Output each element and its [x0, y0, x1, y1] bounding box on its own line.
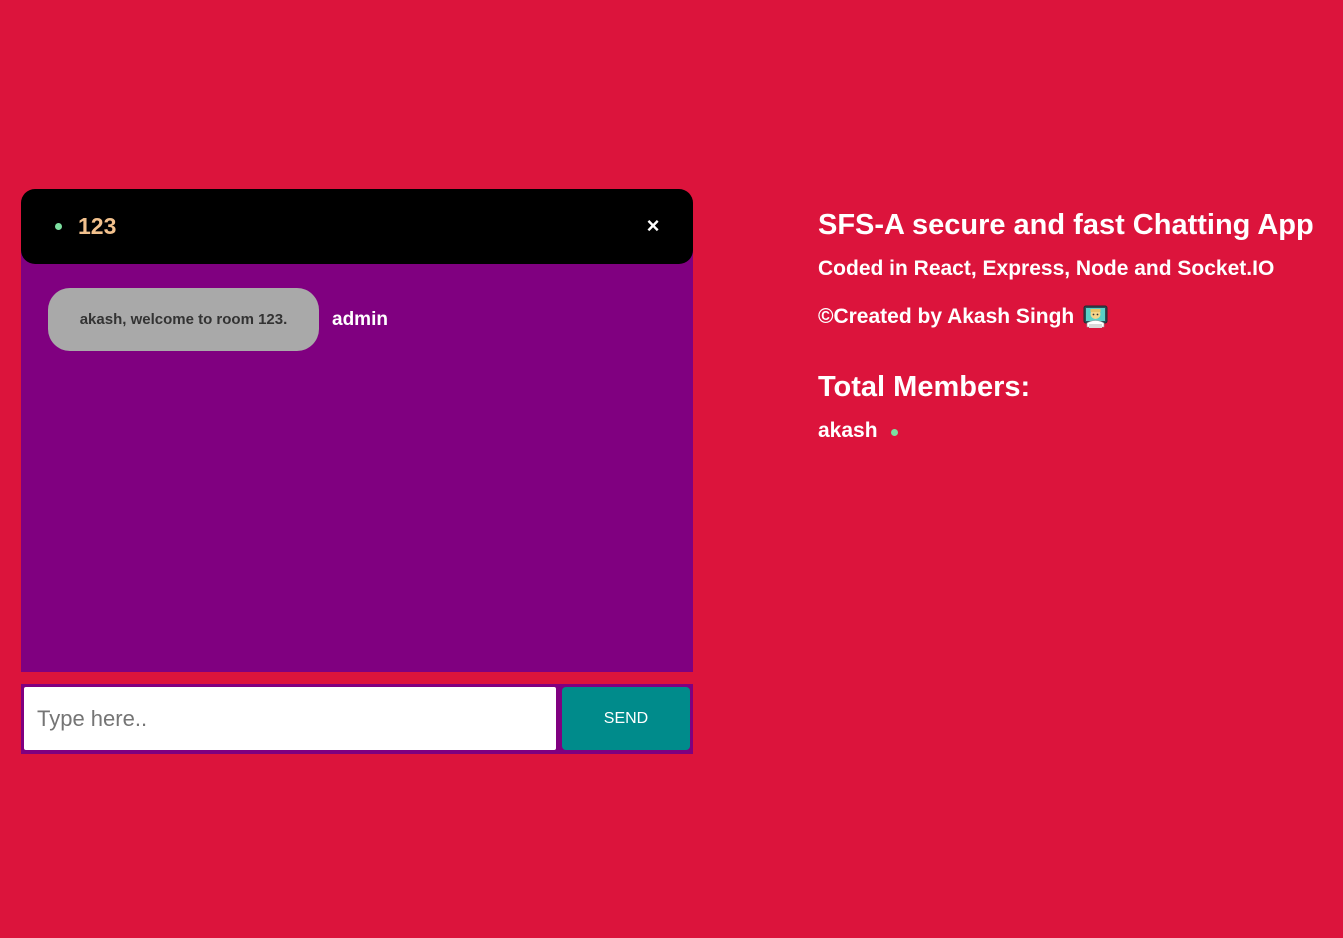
- message-list[interactable]: akash, welcome to room 123. admin: [21, 240, 693, 672]
- credit-text: ©Created by Akash Singh: [818, 305, 1075, 328]
- info-panel: SFS-A secure and fast Chatting App Coded…: [818, 205, 1338, 443]
- close-chat-button[interactable]: ×: [640, 212, 666, 240]
- online-status-icon: [890, 428, 898, 436]
- tech-stack-line: Coded in React, Express, Node and Socket…: [818, 257, 1275, 280]
- message-composer: SEND: [21, 684, 693, 754]
- technologist-emoji-icon: [1083, 305, 1108, 329]
- message-bubble: akash, welcome to room 123.: [48, 288, 319, 351]
- app-title: SFS-A secure and fast Chatting App: [818, 209, 1314, 241]
- message-sender: admin: [332, 308, 388, 330]
- send-button[interactable]: SEND: [562, 687, 690, 750]
- room-name: 123: [78, 213, 117, 239]
- members-title: Total Members:: [818, 371, 1031, 403]
- message-input[interactable]: [24, 687, 556, 750]
- message-item: akash, welcome to room 123. admin: [48, 288, 388, 351]
- chat-header: 123 ×: [21, 189, 693, 264]
- member-item: akash: [818, 419, 1338, 443]
- member-name: akash: [818, 419, 878, 442]
- app-root: akash, welcome to room 123. admin 123 × …: [0, 0, 1343, 938]
- online-status-icon: [55, 223, 62, 230]
- credit-line: ©Created by Akash Singh: [818, 303, 1338, 331]
